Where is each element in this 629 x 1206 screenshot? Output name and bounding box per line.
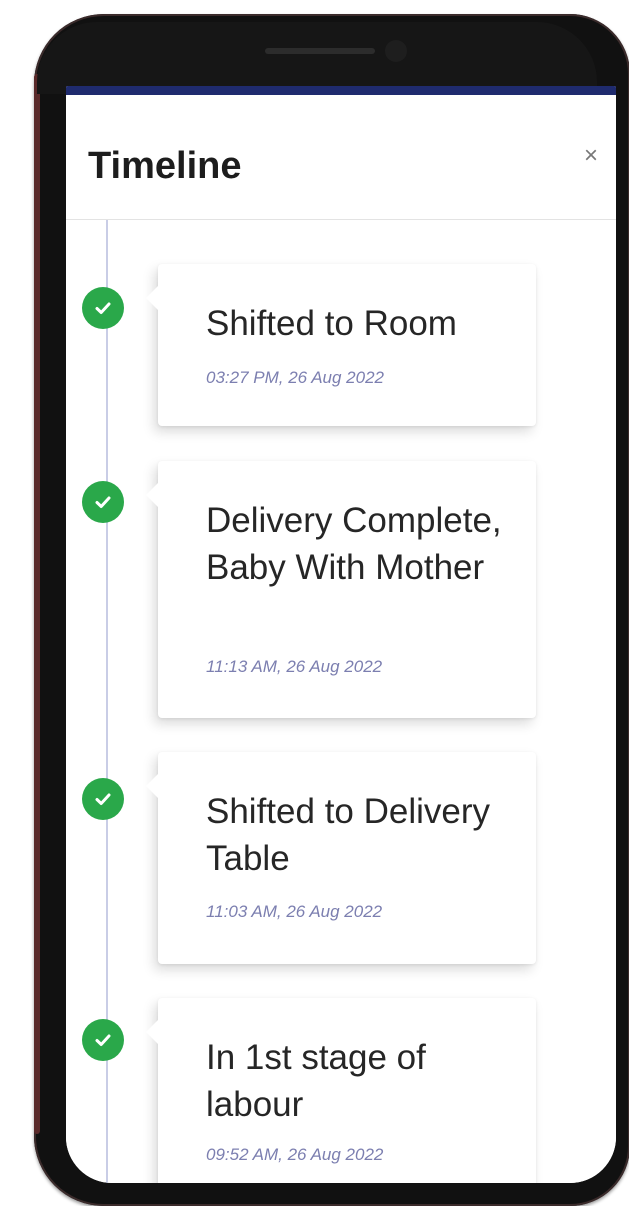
phone-top-bezel <box>37 22 597 94</box>
close-icon: × <box>583 142 598 169</box>
close-button[interactable]: × <box>576 141 606 171</box>
event-time: 11:03 AM, 26 Aug 2022 <box>206 902 383 921</box>
phone-side-edge <box>34 74 40 1134</box>
speaker-grille <box>265 48 375 54</box>
check-icon <box>82 778 124 820</box>
timeline-card[interactable]: Delivery Complete, Baby With Mother 11:1… <box>146 461 536 718</box>
modal-header: Timeline × <box>66 95 616 220</box>
check-icon <box>82 287 124 329</box>
timeline-card[interactable]: Shifted to Delivery Table 11:03 AM, 26 A… <box>146 752 536 964</box>
check-icon <box>82 481 124 523</box>
front-camera <box>385 40 407 62</box>
event-title: Shifted to Delivery Table <box>206 792 491 878</box>
page-title: Timeline <box>88 145 242 187</box>
event-title: In 1st stage of labour <box>206 1038 426 1124</box>
event-time: 09:52 AM, 26 Aug 2022 <box>206 1145 384 1164</box>
event-time: 11:13 AM, 26 Aug 2022 <box>206 657 383 676</box>
app-screen: Timeline × Shifted to Room 03:27 PM, 26 … <box>66 86 616 1183</box>
event-title: Shifted to Room <box>206 304 457 343</box>
timeline-list: Shifted to Room 03:27 PM, 26 Aug 2022 De… <box>66 220 616 1183</box>
event-time: 03:27 PM, 26 Aug 2022 <box>206 368 385 387</box>
event-title: Delivery Complete, Baby With Mother <box>206 501 502 587</box>
check-icon <box>82 1019 124 1061</box>
timeline-card[interactable]: In 1st stage of labour 09:52 AM, 26 Aug … <box>146 998 536 1183</box>
timeline-card[interactable]: Shifted to Room 03:27 PM, 26 Aug 2022 <box>146 264 536 426</box>
status-bar <box>66 86 616 95</box>
